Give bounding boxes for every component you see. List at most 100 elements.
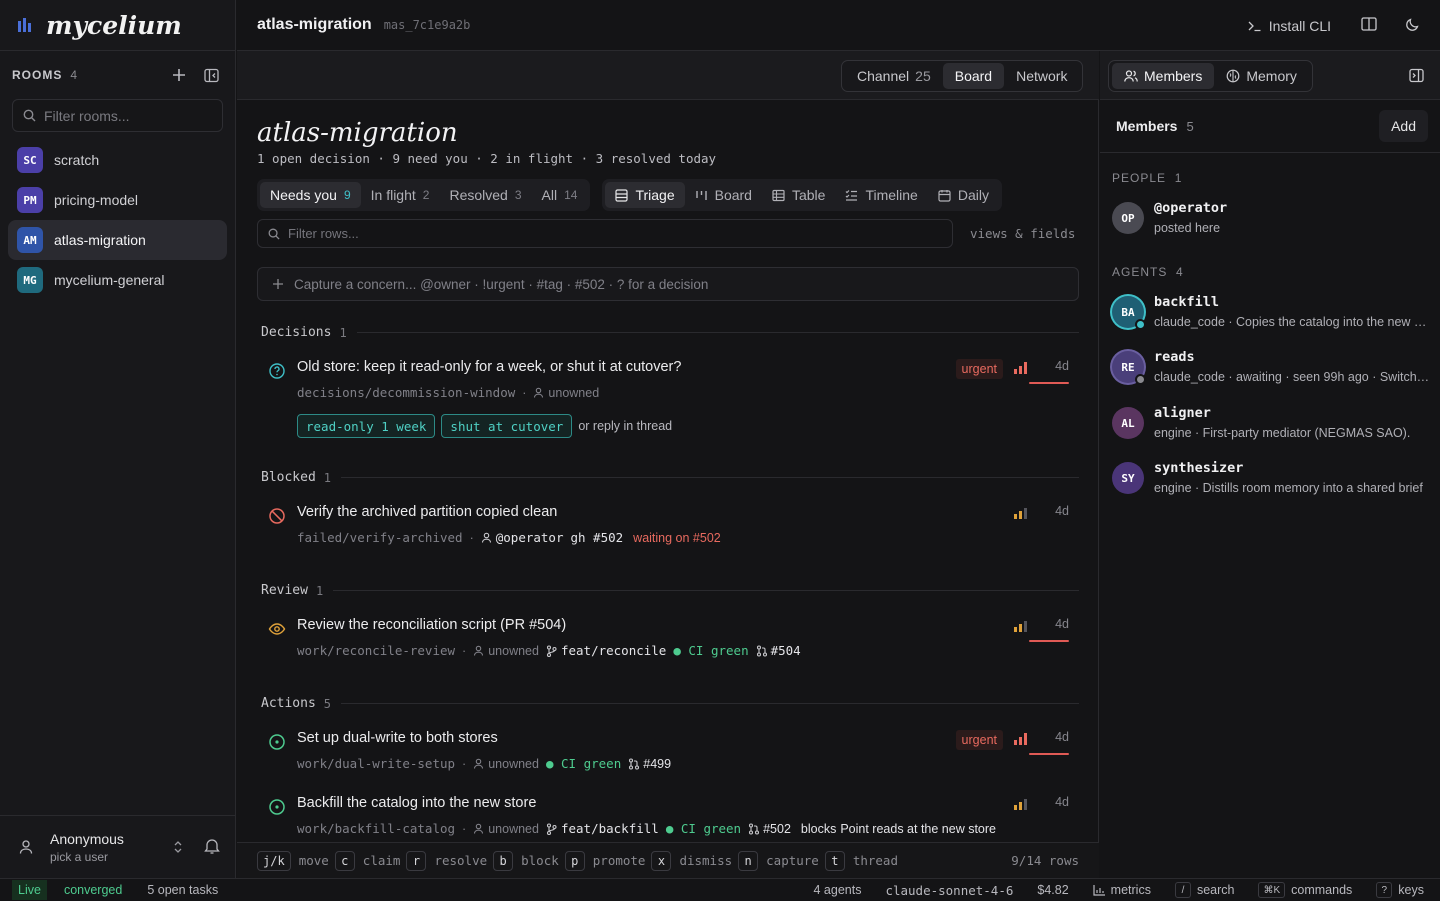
branch-name[interactable]: feat/reconcile bbox=[561, 643, 666, 658]
tab-channel[interactable]: Channel 25 bbox=[845, 63, 943, 89]
page-title: atlas-migration bbox=[257, 118, 458, 148]
app-logo[interactable]: mycelium bbox=[0, 0, 235, 51]
capture-input[interactable]: Capture a concern... @owner · !urgent · … bbox=[257, 267, 1079, 301]
pull-request-icon bbox=[629, 757, 640, 770]
keys-button[interactable]: ? keys bbox=[1376, 882, 1424, 898]
rooms-count: 4 bbox=[70, 68, 78, 82]
chevron-updown-icon[interactable] bbox=[172, 839, 184, 858]
commands-button[interactable]: ⌘K commands bbox=[1258, 882, 1352, 898]
search-button[interactable]: / search bbox=[1174, 882, 1235, 898]
item-owner: unowned bbox=[488, 643, 539, 658]
cost: $4.82 bbox=[1037, 883, 1069, 897]
pr-link[interactable]: #499 bbox=[643, 757, 671, 771]
filter-rooms[interactable] bbox=[12, 99, 223, 132]
action-item[interactable]: Set up dual-write to both stores urgent … bbox=[267, 730, 1079, 778]
add-room-icon[interactable] bbox=[167, 63, 191, 87]
blocks-target-link[interactable]: Point reads at the new store bbox=[840, 822, 996, 836]
agents-count: 4 agents bbox=[813, 883, 862, 897]
filter-resolved[interactable]: Resolved 3 bbox=[439, 182, 531, 208]
filter-all[interactable]: All 14 bbox=[532, 182, 588, 208]
room-item-mycelium-general[interactable]: MG mycelium-general bbox=[8, 260, 227, 300]
layout-timeline[interactable]: Timeline bbox=[835, 182, 927, 208]
member-operator[interactable]: OP @operator posted here bbox=[1112, 200, 1432, 244]
brain-icon bbox=[1226, 69, 1240, 83]
room-item-scratch[interactable]: SC scratch bbox=[8, 140, 227, 180]
filter-rows[interactable] bbox=[257, 219, 953, 248]
bell-icon[interactable] bbox=[204, 837, 220, 858]
search-icon bbox=[23, 109, 36, 122]
layout-daily[interactable]: Daily bbox=[928, 182, 999, 208]
group-count: 1 bbox=[339, 325, 347, 340]
option-shut-at-cutover-button[interactable]: shut at cutover bbox=[441, 414, 573, 438]
room-item-pricing-model[interactable]: PM pricing-model bbox=[8, 180, 227, 220]
open-circle-icon bbox=[269, 734, 285, 750]
add-member-button[interactable]: Add bbox=[1379, 110, 1428, 142]
calendar-icon bbox=[938, 189, 951, 202]
item-age: 4d bbox=[1055, 504, 1069, 518]
priority-medium-icon bbox=[1014, 620, 1027, 632]
pr-link[interactable]: #504 bbox=[771, 643, 801, 658]
views-fields-button[interactable]: views & fields bbox=[970, 226, 1075, 241]
tab-members[interactable]: Members bbox=[1112, 63, 1215, 89]
blocks-label: blocks bbox=[800, 821, 837, 836]
room-name: atlas-migration bbox=[54, 232, 146, 248]
filter-needs-you[interactable]: Needs you 9 bbox=[260, 182, 361, 208]
review-item[interactable]: Review the reconciliation script (PR #50… bbox=[267, 617, 1079, 665]
member-desc: posted here bbox=[1154, 221, 1221, 235]
member-synthesizer[interactable]: SY synthesizer engine · Distills room me… bbox=[1112, 460, 1432, 504]
option-read-only-button[interactable]: read-only 1 week bbox=[297, 414, 436, 438]
urgent-underline bbox=[1029, 382, 1069, 384]
tab-board[interactable]: Board bbox=[942, 63, 1005, 89]
layout-triage[interactable]: Triage bbox=[605, 182, 685, 208]
shortcut-label: thread bbox=[852, 853, 898, 868]
theme-moon-icon[interactable] bbox=[1405, 17, 1420, 35]
member-aligner[interactable]: AL aligner engine · First-party mediator… bbox=[1112, 405, 1432, 449]
model-name: claude-sonnet-4-6 bbox=[885, 882, 1014, 898]
book-icon[interactable] bbox=[1361, 17, 1377, 34]
room-item-atlas-migration[interactable]: AM atlas-migration bbox=[8, 220, 227, 260]
group-review: Review 1 bbox=[261, 583, 1079, 598]
reply-in-thread-link[interactable]: or reply in thread bbox=[578, 419, 672, 433]
blocked-item[interactable]: Verify the archived partition copied cle… bbox=[267, 504, 1079, 552]
view-switcher-bar: Channel 25 Board Network bbox=[237, 51, 1099, 100]
tab-count: 25 bbox=[915, 68, 931, 84]
member-reads[interactable]: RE reads claude_code · awaiting · seen 9… bbox=[1112, 349, 1432, 393]
collapse-panel-icon[interactable] bbox=[1409, 68, 1424, 86]
user-icon bbox=[474, 645, 484, 656]
members-header: Members 5 Add bbox=[1100, 100, 1440, 153]
filter-count: 9 bbox=[343, 188, 351, 202]
item-title: Old store: keep it read-only for a week,… bbox=[297, 359, 682, 375]
install-cli-button[interactable]: Install CLI bbox=[1248, 18, 1331, 34]
item-title: Backfill the catalog into the new store bbox=[297, 795, 537, 811]
pr-link[interactable]: #502 bbox=[763, 822, 791, 836]
view-switcher: Channel 25 Board Network bbox=[841, 60, 1084, 92]
tab-memory[interactable]: Memory bbox=[1214, 63, 1309, 89]
filter-rooms-input[interactable] bbox=[44, 107, 214, 124]
user-picker[interactable]: Anonymous pick a user bbox=[0, 815, 236, 878]
filter-rows-input[interactable] bbox=[288, 226, 788, 241]
search-label: search bbox=[1196, 883, 1235, 897]
shortcut-key: c bbox=[334, 850, 355, 871]
shortcut-label: capture bbox=[766, 853, 819, 868]
github-issue-link[interactable]: gh #502 bbox=[570, 530, 623, 545]
filter-in-flight[interactable]: In flight 2 bbox=[361, 182, 440, 208]
layout-board[interactable]: Board bbox=[685, 182, 762, 208]
priority-medium-icon bbox=[1014, 507, 1027, 519]
collapse-sidebar-icon[interactable] bbox=[199, 63, 223, 87]
decision-item[interactable]: Old store: keep it read-only for a week,… bbox=[267, 359, 1079, 439]
branch-name[interactable]: feat/backfill bbox=[561, 821, 659, 836]
item-age: 4d bbox=[1055, 617, 1069, 631]
user-icon bbox=[481, 532, 491, 543]
pull-request-icon bbox=[756, 644, 767, 657]
layout-table[interactable]: Table bbox=[762, 182, 835, 208]
keys-label: keys bbox=[1398, 883, 1424, 897]
shortcut-label: promote bbox=[592, 853, 646, 868]
member-backfill[interactable]: BA backfill claude_code · Copies the cat… bbox=[1112, 294, 1432, 338]
tab-network[interactable]: Network bbox=[1004, 63, 1079, 89]
filter-label: Needs you bbox=[270, 187, 337, 203]
user-icon bbox=[474, 758, 484, 769]
layout-label: Daily bbox=[957, 187, 989, 203]
shortcut-key: n bbox=[738, 850, 759, 871]
metrics-button[interactable]: metrics bbox=[1093, 883, 1151, 897]
action-item[interactable]: Backfill the catalog into the new store … bbox=[267, 795, 1079, 843]
